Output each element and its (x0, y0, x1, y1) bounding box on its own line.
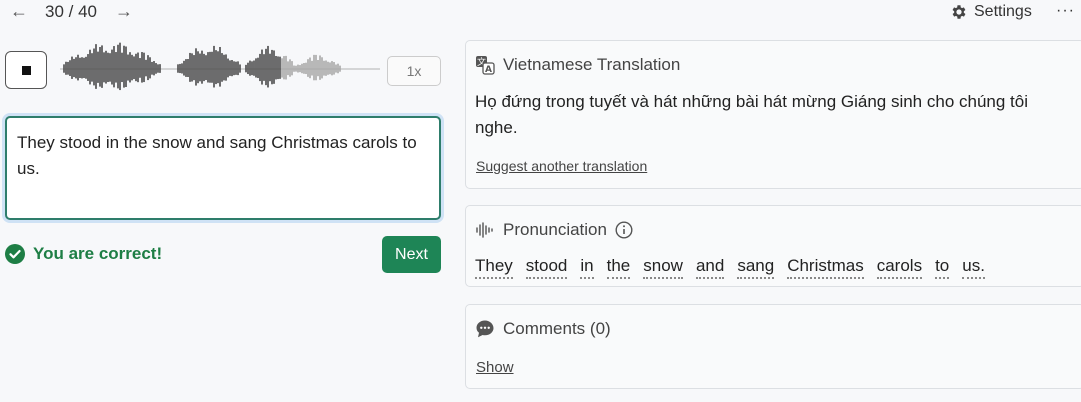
pronunciation-word[interactable]: They (475, 255, 513, 279)
pronunciation-word[interactable]: Christmas (787, 255, 864, 279)
translation-card: 文 A Vietnamese Translation Họ đứng trong… (465, 40, 1081, 189)
show-comments-link[interactable]: Show (476, 359, 514, 376)
settings-button[interactable]: Settings (950, 3, 1032, 21)
pronunciation-word[interactable]: stood (525, 255, 568, 279)
comment-bubble-icon (476, 320, 494, 338)
info-icon[interactable] (615, 221, 633, 239)
playback-speed-button[interactable]: 1x (387, 56, 441, 86)
translate-icon: 文 A (476, 56, 495, 75)
answer-input[interactable]: They stood in the snow and sang Christma… (5, 116, 441, 220)
success-text: You are correct! (33, 244, 163, 263)
more-options-icon[interactable]: ··· (1056, 2, 1075, 20)
pronunciation-word[interactable]: snow (643, 255, 683, 279)
pronunciation-word[interactable]: the (606, 255, 631, 279)
stop-icon (22, 66, 31, 75)
next-button[interactable]: Next (382, 236, 441, 273)
pronunciation-title: Pronunciation (503, 220, 607, 239)
settings-label: Settings (974, 3, 1032, 20)
pronunciation-word[interactable]: sang (737, 255, 775, 279)
pronunciation-word[interactable]: and (695, 255, 725, 279)
translation-header: 文 A Vietnamese Translation (475, 55, 680, 75)
soundwave-icon (476, 222, 493, 238)
stop-button[interactable] (5, 51, 47, 89)
comments-header: Comments (0) (475, 319, 611, 339)
suggest-translation-link[interactable]: Suggest another translation (476, 158, 647, 174)
comments-title: Comments (0) (503, 319, 611, 338)
comments-card: Comments (0) Show (465, 304, 1081, 389)
pronunciation-words: They stood in the snow and sang Christmas carols… (475, 255, 985, 279)
prev-arrow-icon[interactable]: ← (10, 0, 28, 22)
pronunciation-word[interactable]: carols (876, 255, 923, 279)
pronunciation-header: Pronunciation (475, 220, 633, 240)
pronunciation-word[interactable]: us. (962, 255, 985, 279)
pronunciation-word[interactable]: in (580, 255, 594, 279)
check-circle-icon (5, 244, 25, 264)
translation-title: Vietnamese Translation (503, 55, 681, 74)
svg-text:A: A (485, 65, 492, 75)
top-bar: ← 30 / 40 → Settings ··· (0, 0, 1081, 26)
sentence-counter: 30 / 40 (45, 2, 97, 21)
pronunciation-word[interactable]: to (935, 255, 950, 279)
result-message: You are correct! (5, 244, 162, 264)
audio-waveform[interactable] (60, 38, 380, 100)
pronunciation-card: Pronunciation They stood in the snow and sang C… (465, 205, 1081, 287)
next-arrow-icon[interactable]: → (115, 0, 133, 22)
gear-icon (952, 5, 966, 19)
translation-text: Họ đứng trong tuyết và hát những bài hát… (475, 92, 1028, 137)
